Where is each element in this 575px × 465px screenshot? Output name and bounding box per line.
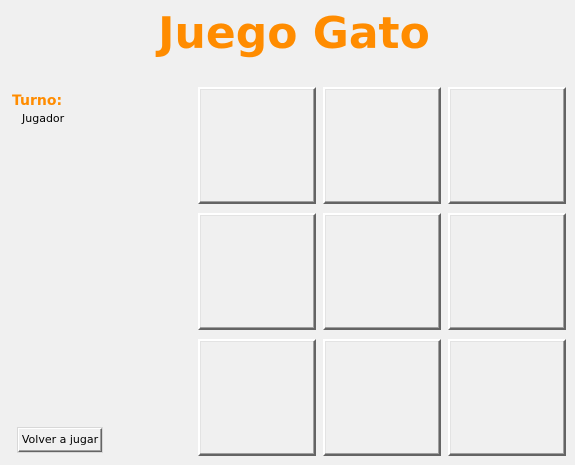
page-title: Juego Gato: [158, 8, 430, 59]
game-board: [198, 87, 567, 456]
board-cell-1[interactable]: [198, 87, 316, 204]
turn-value: Jugador: [22, 112, 65, 125]
board-cell-2[interactable]: [323, 87, 441, 204]
board-cell-5[interactable]: [323, 213, 441, 330]
board-cell-6[interactable]: [448, 213, 566, 330]
game-window: Juego Gato Turno: Jugador Volver a jugar: [0, 0, 575, 465]
board-cell-3[interactable]: [448, 87, 566, 204]
board-cell-8[interactable]: [323, 339, 441, 456]
replay-button[interactable]: Volver a jugar: [18, 428, 102, 452]
turn-label: Turno:: [12, 93, 63, 109]
board-cell-7[interactable]: [198, 339, 316, 456]
board-cell-9[interactable]: [448, 339, 566, 456]
board-cell-4[interactable]: [198, 213, 316, 330]
